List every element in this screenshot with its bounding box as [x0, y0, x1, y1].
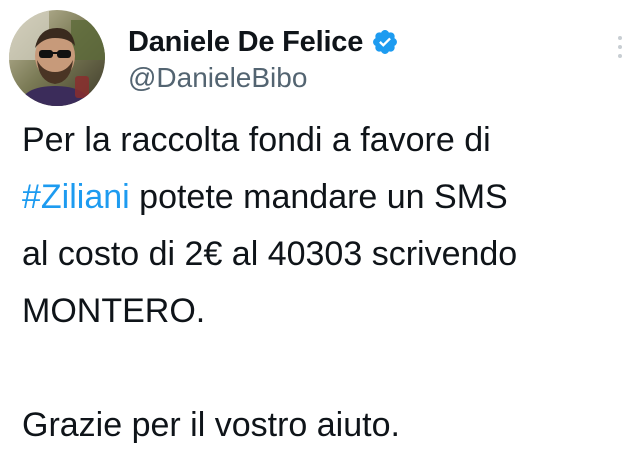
paragraph-break [22, 340, 622, 397]
author-names: Daniele De Felice @DanieleBibo [128, 22, 399, 94]
avatar[interactable] [9, 10, 105, 106]
profile-photo-icon [9, 10, 105, 106]
tweet-line-rest: potete mandare un SMS [129, 178, 508, 216]
verified-badge-icon [371, 28, 399, 56]
tweet-line: Grazie per il vostro aiuto. [22, 406, 400, 444]
tweet-line: Per la raccolta fondi a favore di [22, 121, 491, 159]
tweet-line: MONTERO. [22, 292, 206, 330]
tweet-header: Daniele De Felice @DanieleBibo [9, 10, 622, 110]
tweet-line: #Ziliani potete mandare un SMS [22, 169, 622, 226]
tweet-line: al costo di 2€ al 40303 scrivendo [22, 235, 518, 273]
tweet-card: Daniele De Felice @DanieleBibo Per la ra… [0, 0, 640, 444]
tweet-text: Per la raccolta fondi a favore di #Zilia… [22, 112, 622, 454]
display-name[interactable]: Daniele De Felice [128, 26, 363, 59]
display-name-row: Daniele De Felice [128, 22, 399, 62]
author-handle[interactable]: @DanieleBibo [128, 62, 399, 94]
hashtag-link[interactable]: #Ziliani [22, 178, 130, 216]
more-options-icon[interactable] [616, 36, 624, 62]
